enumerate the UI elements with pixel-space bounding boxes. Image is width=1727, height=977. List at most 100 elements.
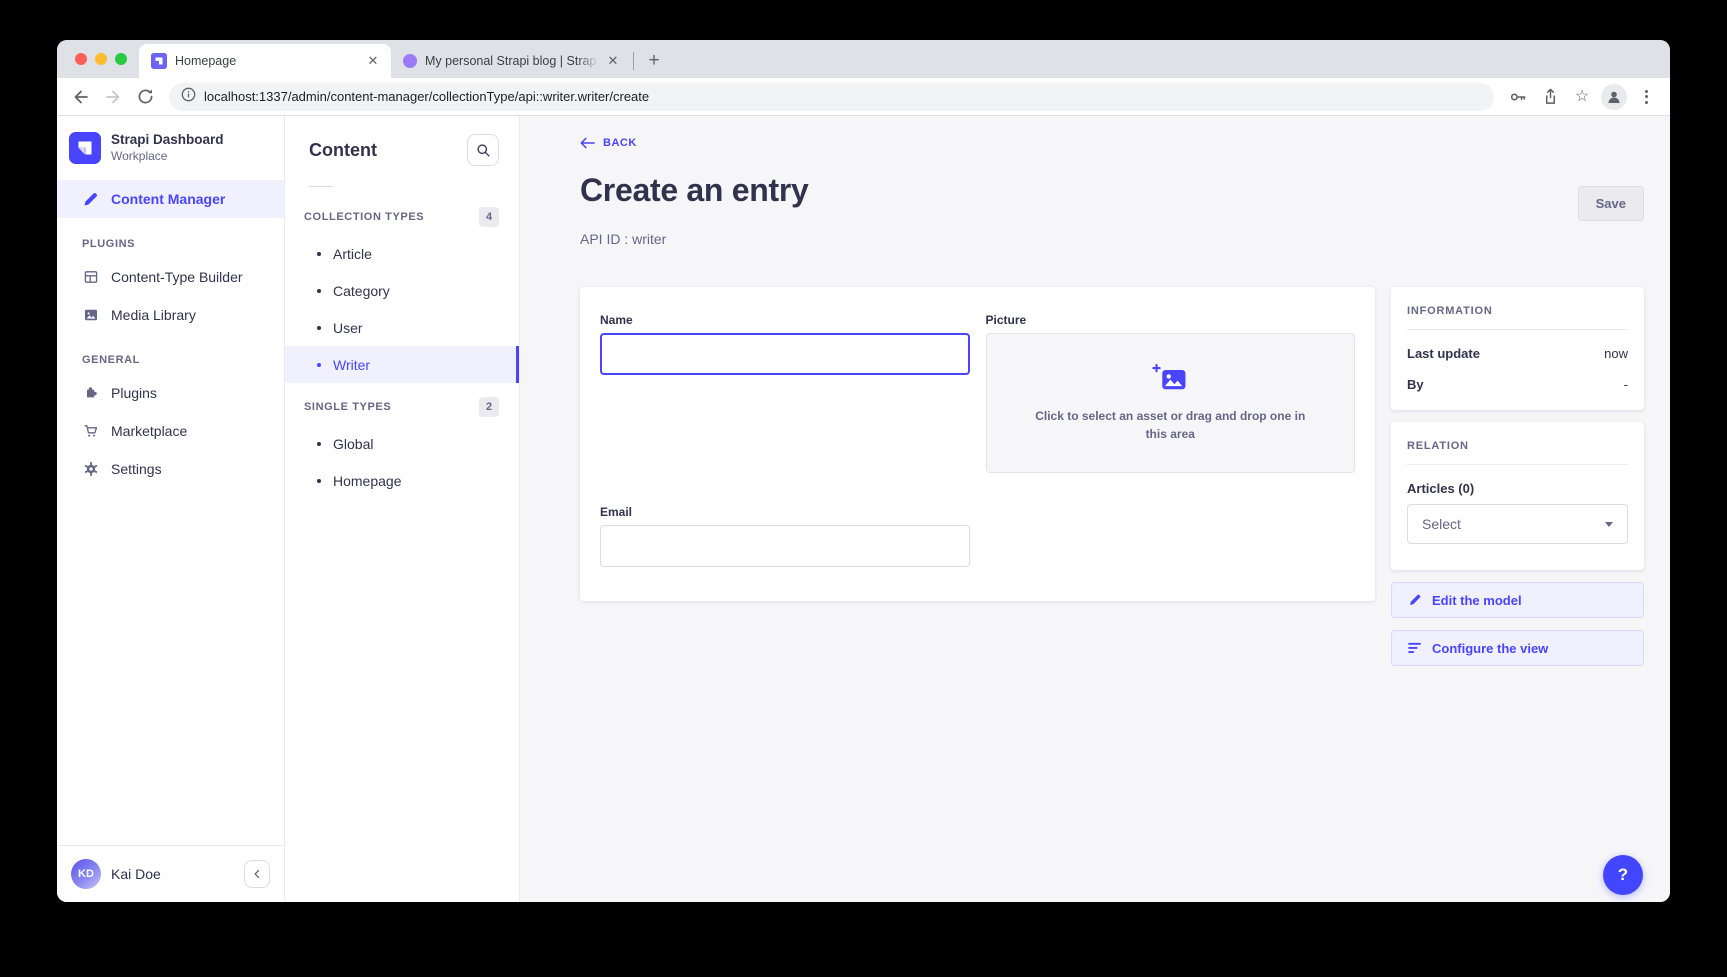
save-button[interactable]: Save (1578, 186, 1644, 221)
collection-types-header: COLLECTION TYPES 4 (285, 193, 519, 235)
pencil-icon (1408, 593, 1422, 607)
picture-field-group: Picture Click to select an asset or drag… (986, 313, 1356, 473)
share-icon[interactable] (1536, 83, 1564, 111)
by-row: By - (1407, 377, 1628, 392)
bookmark-star-icon[interactable]: ☆ (1568, 83, 1596, 111)
strapi-favicon-icon (151, 53, 167, 69)
bullet-icon (317, 252, 321, 256)
configure-view-button[interactable]: Configure the view (1391, 630, 1644, 666)
browser-menu-icon[interactable] (1632, 83, 1660, 111)
user-name: Kai Doe (111, 866, 161, 882)
edit-model-button[interactable]: Edit the model (1391, 582, 1644, 618)
back-link[interactable]: BACK (580, 137, 637, 149)
forward-nav-icon[interactable] (99, 83, 127, 111)
subnav-item-category[interactable]: Category (285, 272, 519, 309)
tab-title: Homepage (175, 54, 359, 68)
layout-icon (82, 269, 99, 285)
bullet-icon (317, 326, 321, 330)
sidebar-item-label: Content-Type Builder (111, 269, 243, 285)
name-input[interactable] (600, 333, 970, 375)
pen-icon (82, 191, 99, 208)
zoom-window-button[interactable] (115, 53, 127, 65)
puzzle-icon (82, 385, 99, 401)
dropzone-hint: Click to select an asset or drag and dro… (1027, 407, 1315, 443)
subnav-item-global[interactable]: Global (285, 425, 519, 462)
site-info-icon[interactable] (181, 87, 196, 107)
tab-title: My personal Strapi blog | Strap (425, 54, 599, 68)
workspace-brand[interactable]: Strapi Dashboard Workplace (57, 116, 284, 178)
sidebar-section-general: GENERAL (57, 334, 284, 374)
name-field-group: Name (600, 313, 970, 473)
subnav-item-article[interactable]: Article (285, 235, 519, 272)
page-title: Create an entry (580, 172, 809, 209)
relation-header: RELATION (1407, 440, 1628, 452)
gear-icon (82, 461, 99, 477)
right-panel: INFORMATION Last update now By - (1391, 287, 1644, 666)
tab-separator (633, 52, 634, 70)
sidebar-item-content-manager[interactable]: Content Manager (57, 180, 284, 218)
single-types-count-badge: 2 (479, 397, 499, 417)
search-button[interactable] (467, 134, 499, 166)
single-types-header: SINGLE TYPES 2 (285, 383, 519, 425)
collection-types-count-badge: 4 (479, 207, 499, 227)
sidebar-item-label: Content Manager (111, 191, 225, 207)
sidebar-item-marketplace[interactable]: Marketplace (57, 412, 284, 450)
brand-subtitle: Workplace (111, 149, 224, 164)
strapi-app: Strapi Dashboard Workplace Content Manag… (57, 116, 1670, 902)
password-key-icon[interactable] (1504, 83, 1532, 111)
email-input[interactable] (600, 525, 970, 567)
sidebar-item-plugins[interactable]: Plugins (57, 374, 284, 412)
subnav-item-user[interactable]: User (285, 309, 519, 346)
url-bar[interactable]: localhost:1337/admin/content-manager/col… (169, 83, 1494, 111)
help-button[interactable]: ? (1603, 855, 1643, 895)
new-tab-button[interactable]: + (640, 47, 668, 75)
tab-strapi-blog[interactable]: My personal Strapi blog | Strap ✕ (391, 44, 631, 78)
back-arrow-icon (580, 137, 595, 149)
sidebar-user-footer: KD Kai Doe (57, 845, 284, 902)
information-header: INFORMATION (1407, 305, 1628, 317)
name-label: Name (600, 313, 970, 327)
subnav-item-writer[interactable]: Writer (285, 346, 519, 383)
content-subnav: Content COLLECTION TYPES 4 Article Categ… (285, 116, 520, 902)
bullet-icon (317, 363, 321, 367)
cart-icon (82, 423, 99, 439)
back-nav-icon[interactable] (67, 83, 95, 111)
relation-card: RELATION Articles (0) Select (1391, 422, 1644, 570)
sidebar-item-label: Media Library (111, 307, 196, 323)
email-field-group: Email (600, 505, 970, 567)
image-icon (82, 307, 99, 323)
main-content: BACK Create an entry Save API ID : write… (520, 116, 1670, 902)
last-update-row: Last update now (1407, 346, 1628, 361)
entry-form-card: Name Picture (580, 287, 1375, 601)
sidebar-item-label: Settings (111, 461, 162, 477)
bullet-icon (317, 289, 321, 293)
user-avatar[interactable]: KD (71, 859, 101, 889)
browser-tabstrip: Homepage ✕ My personal Strapi blog | Str… (57, 40, 1670, 78)
sidebar-item-content-type-builder[interactable]: Content-Type Builder (57, 258, 284, 296)
blog-favicon-icon (403, 54, 417, 68)
articles-relation-label: Articles (0) (1407, 481, 1628, 496)
reload-icon[interactable] (131, 83, 159, 111)
tab-close-icon[interactable]: ✕ (365, 53, 381, 69)
browser-profile-avatar[interactable] (1600, 83, 1628, 111)
api-id-subtitle: API ID : writer (580, 231, 1644, 247)
window-controls (57, 40, 139, 78)
sidebar-section-plugins: PLUGINS (57, 218, 284, 258)
subnav-title: Content (309, 140, 377, 161)
sidebar-item-settings[interactable]: Settings (57, 450, 284, 488)
browser-window: Homepage ✕ My personal Strapi blog | Str… (57, 40, 1670, 902)
tab-homepage[interactable]: Homepage ✕ (139, 44, 391, 78)
close-window-button[interactable] (75, 53, 87, 65)
sidebar-item-media-library[interactable]: Media Library (57, 296, 284, 334)
minimize-window-button[interactable] (95, 53, 107, 65)
collapse-sidebar-button[interactable] (244, 860, 270, 888)
picture-label: Picture (986, 313, 1356, 327)
strapi-logo-icon (69, 132, 101, 164)
main-sidebar: Strapi Dashboard Workplace Content Manag… (57, 116, 285, 902)
tab-close-icon[interactable]: ✕ (605, 53, 621, 69)
subnav-item-homepage[interactable]: Homepage (285, 462, 519, 499)
list-lines-icon (1408, 642, 1422, 654)
information-card: INFORMATION Last update now By - (1391, 287, 1644, 410)
picture-dropzone[interactable]: Click to select an asset or drag and dro… (986, 333, 1356, 473)
articles-select[interactable]: Select (1407, 504, 1628, 544)
